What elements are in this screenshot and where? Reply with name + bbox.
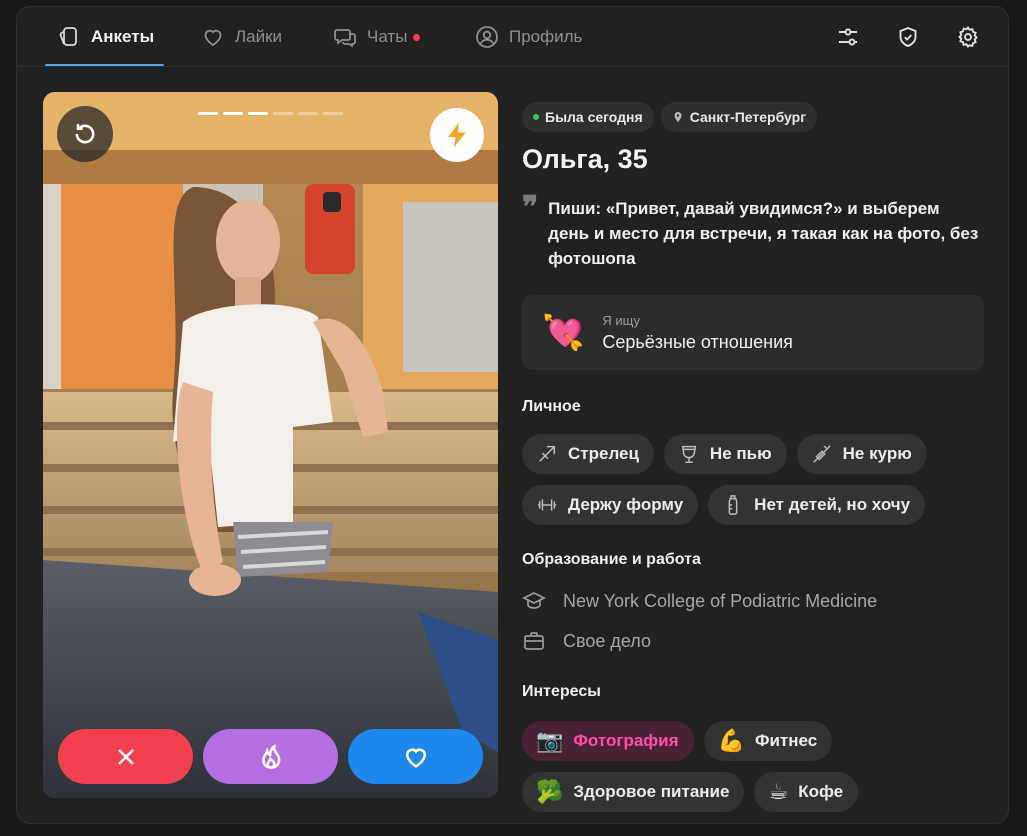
- chip-label: Фитнес: [754, 731, 818, 750]
- superlike-button[interactable]: [203, 729, 338, 784]
- education-row: New York College of Podiatric Medicine: [522, 581, 984, 621]
- education-list: New York College of Podiatric Medicine С…: [522, 581, 984, 661]
- profile-icon: [476, 26, 498, 48]
- chip-drinking[interactable]: Не пью: [663, 434, 787, 474]
- chip-interest-fitness[interactable]: 💪 Фитнес: [703, 721, 833, 761]
- chip-interest-healthy-food[interactable]: 🥦 Здоровое питание: [522, 772, 745, 812]
- chip-label: Не пью: [709, 444, 772, 463]
- progress-segment: [223, 112, 243, 115]
- city-badge: Санкт-Петербург: [660, 102, 818, 132]
- profile-details: Была сегодня Санкт-Петербург Ольга, 35 ❞…: [522, 102, 984, 812]
- chip-interest-photography[interactable]: 📷 Фотография: [522, 721, 694, 761]
- chip-interest-coffee[interactable]: ☕ Кофе: [754, 772, 859, 812]
- heart-icon: [405, 748, 426, 768]
- chat-icon: [334, 29, 356, 48]
- notification-dot: [413, 33, 421, 41]
- coffee-icon: ☕: [768, 779, 789, 804]
- undo-button[interactable]: [57, 106, 113, 162]
- personal-title: Личное: [522, 398, 581, 415]
- profile-bio: ❞ Пиши: «Привет, давай увидимся?» и выбе…: [522, 190, 984, 271]
- work-text: Свое дело: [563, 630, 652, 651]
- progress-segment: [323, 112, 343, 115]
- tab-profile[interactable]: Профиль: [475, 7, 582, 67]
- settings-button[interactable]: [954, 23, 982, 51]
- tab-label: Анкеты: [91, 27, 155, 46]
- bio-text: Пиши: «Привет, давай увидимся?» и выбере…: [548, 199, 979, 268]
- chip-fitness[interactable]: Держу форму: [522, 485, 699, 525]
- dumbbell-icon: [537, 499, 557, 511]
- education-title: Образование и работа: [522, 551, 701, 568]
- chip-label: Стрелец: [568, 444, 639, 463]
- progress-segment: [198, 112, 218, 115]
- education-text: New York College of Podiatric Medicine: [563, 590, 878, 611]
- lightning-icon: [448, 122, 466, 148]
- heart-icon: [204, 29, 222, 47]
- tab-chats[interactable]: Чаты: [333, 7, 421, 67]
- chip-label: Кофе: [798, 782, 844, 801]
- chip-label: Фотография: [573, 731, 679, 750]
- chip-label: Не курю: [842, 444, 912, 463]
- undo-icon: [75, 124, 95, 144]
- personal-chips: Стрелец Не пью Не курю Держу форму Нет д…: [522, 434, 942, 525]
- progress-segment: [248, 112, 268, 115]
- online-dot: [533, 114, 539, 120]
- profile-name: Ольга, 35: [522, 144, 648, 174]
- arrow-icon: [539, 445, 556, 462]
- photo-progress: [198, 112, 343, 115]
- photo-image: [43, 92, 498, 798]
- active-tab-indicator: [45, 64, 164, 66]
- quote-icon: ❞: [522, 190, 539, 225]
- boost-button[interactable]: [430, 108, 484, 162]
- seeking-value: Серьёзные отношения: [602, 331, 793, 352]
- cards-icon: [59, 27, 77, 46]
- gear-icon: [958, 25, 978, 48]
- progress-segment: [273, 112, 293, 115]
- safety-button[interactable]: [894, 23, 922, 51]
- glass-icon: [681, 445, 697, 463]
- progress-segment: [298, 112, 318, 115]
- profile-photo[interactable]: [43, 92, 498, 798]
- bottle-icon: [728, 495, 738, 515]
- app-window: Анкеты Лайки Чаты Профиль Была сегодня С…: [16, 6, 1009, 824]
- no-smoking-icon: [812, 445, 831, 463]
- broccoli-icon: 🥦: [536, 779, 564, 804]
- chip-children[interactable]: Нет детей, но хочу: [708, 485, 926, 525]
- interest-chips: 📷 Фотография 💪 Фитнес 🥦 Здоровое питание…: [522, 721, 942, 812]
- tab-label: Профиль: [509, 27, 583, 46]
- flexed-biceps-icon: 💪: [717, 728, 745, 753]
- chip-smoking[interactable]: Не курю: [796, 434, 927, 474]
- status-chips: Была сегодня Санкт-Петербург: [522, 102, 984, 132]
- tab-likes[interactable]: Лайки: [201, 7, 282, 67]
- chip-label: Держу форму: [568, 495, 684, 514]
- briefcase-icon: [524, 632, 544, 650]
- tab-profiles[interactable]: Анкеты: [57, 7, 154, 67]
- cupid-heart-icon: 💘: [542, 313, 585, 352]
- flame-icon: [261, 743, 280, 769]
- tab-label: Лайки: [235, 27, 283, 46]
- filters-icon: [839, 28, 857, 46]
- online-status-badge: Была сегодня: [522, 102, 654, 132]
- like-button[interactable]: [348, 729, 483, 784]
- chip-label: Нет детей, но хочу: [754, 495, 911, 514]
- interests-title: Интересы: [522, 683, 601, 700]
- filters-button[interactable]: [834, 23, 862, 51]
- camera-icon: 📷: [536, 728, 564, 753]
- dislike-button[interactable]: [58, 729, 193, 784]
- shield-icon: [899, 26, 917, 48]
- seeking-card: 💘 Я ищу Серьёзные отношения: [522, 295, 984, 370]
- close-icon: [117, 748, 134, 765]
- graduation-cap-icon: [522, 592, 546, 609]
- seeking-label: Я ищу: [602, 312, 640, 328]
- work-row: Свое дело: [522, 621, 984, 661]
- chip-zodiac[interactable]: Стрелец: [522, 434, 654, 474]
- top-nav: Анкеты Лайки Чаты Профиль: [17, 7, 1008, 67]
- location-pin-icon: [674, 112, 682, 122]
- city-text: Санкт-Петербург: [689, 109, 807, 125]
- chip-label: Здоровое питание: [573, 782, 730, 801]
- online-status-text: Была сегодня: [545, 109, 643, 125]
- tab-label: Чаты: [367, 27, 408, 46]
